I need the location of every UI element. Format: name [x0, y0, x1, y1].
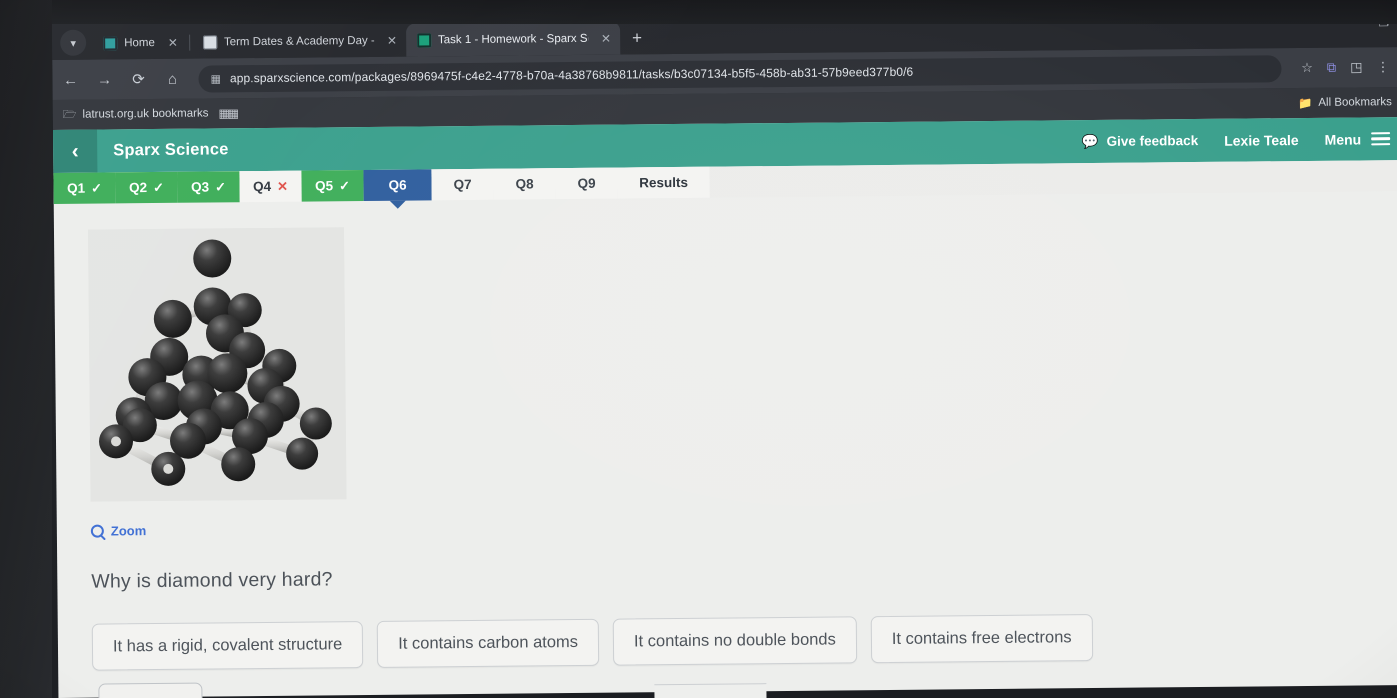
check-icon: ✓	[215, 178, 227, 194]
give-feedback-button[interactable]: 💬 Give feedback	[1082, 133, 1199, 150]
apps-grid-icon[interactable]: ▦▦	[218, 106, 237, 120]
user-name[interactable]: Lexie Teale	[1224, 132, 1299, 149]
page-info-icon[interactable]: ▦	[210, 72, 221, 85]
question-tab-q6[interactable]: Q6	[363, 169, 432, 202]
question-tab-label: Q3	[191, 179, 210, 195]
tab-title: Term Dates & Academy Day - W	[223, 34, 374, 48]
laptop-screen-photo: ▾ Home ✕ Term Dates & Academy Day - W ✕ …	[0, 0, 1397, 698]
diamond-lattice-image[interactable]	[87, 227, 347, 502]
question-tab-q7[interactable]: Q7	[431, 168, 494, 201]
folder-gear-icon: 🗁	[62, 108, 77, 121]
check-icon: ✓	[153, 179, 165, 195]
check-icon: ✓	[339, 177, 351, 193]
question-tab-label: Results	[639, 174, 689, 191]
app-title: Sparx Science	[113, 140, 229, 160]
bottom-action-button[interactable]	[98, 682, 203, 698]
bottom-secondary-control[interactable]	[654, 683, 767, 698]
question-tab-label: Q7	[453, 176, 472, 193]
all-bookmarks-label: All Bookmarks	[1318, 96, 1392, 109]
question-tab-label: Q4	[253, 178, 272, 195]
question-content: Zoom Why is diamond very hard? It has a …	[54, 191, 1397, 698]
chevron-down-glyph: ▾	[70, 37, 77, 50]
sparx-favicon	[416, 32, 432, 47]
menu-label: Menu	[1324, 130, 1362, 148]
answer-option-3[interactable]: It contains no double bonds	[612, 616, 858, 666]
browser-tab-term-dates[interactable]: Term Dates & Academy Day - W ✕	[192, 24, 406, 59]
question-tab-label: Q8	[515, 176, 534, 192]
question-tab-q9[interactable]: Q9	[555, 167, 618, 200]
bookmark-label: latrust.org.uk bookmarks	[82, 107, 209, 121]
profile-icon[interactable]: ◳	[1350, 59, 1362, 75]
menu-button[interactable]: Menu	[1324, 130, 1391, 148]
question-tab-q3[interactable]: Q3 ✓	[177, 171, 240, 203]
question-tab-results[interactable]: Results	[617, 166, 710, 199]
app-back-button[interactable]: ‹	[53, 129, 98, 173]
tab-search-icon[interactable]: ▾	[60, 29, 87, 56]
close-icon[interactable]: ✕	[595, 31, 611, 45]
zoom-label: Zoom	[110, 523, 147, 539]
all-bookmarks-button[interactable]: 📁 All Bookmarks	[1298, 95, 1392, 110]
bookmark-star-icon[interactable]: ☆	[1301, 60, 1313, 76]
close-icon[interactable]: ✕	[381, 33, 397, 47]
folder-icon: 📁	[1297, 97, 1313, 111]
extensions-icon[interactable]: ⧉	[1327, 60, 1336, 76]
screen-bezel-left	[0, 0, 52, 698]
tab-title: Task 1 - Homework - Sparx Sci	[437, 32, 589, 46]
question-tab-label: Q2	[129, 180, 148, 196]
back-icon[interactable]: ←	[60, 71, 80, 88]
browser-tab-home[interactable]: Home ✕	[92, 26, 187, 60]
tab-title: Home	[124, 36, 155, 49]
question-tab-label: Q5	[315, 178, 334, 194]
document-favicon	[202, 34, 217, 50]
question-tab-q8[interactable]: Q8	[493, 168, 556, 200]
answer-option-4[interactable]: It contains free electrons	[870, 614, 1093, 664]
home-icon[interactable]: ⌂	[162, 70, 182, 87]
home-favicon	[103, 35, 118, 51]
screen-content: ▾ Home ✕ Term Dates & Academy Day - W ✕ …	[52, 11, 1397, 698]
hamburger-icon	[1371, 131, 1391, 146]
speech-bubble-icon: 💬	[1081, 133, 1099, 149]
question-tab-q4[interactable]: Q4 ✕	[239, 170, 302, 203]
zoom-link[interactable]: Zoom	[90, 523, 183, 539]
sparx-science-app: ‹ Sparx Science 💬 Give feedback Lexie Te…	[53, 117, 1397, 698]
check-icon: ✓	[91, 180, 103, 196]
question-tab-label: Q9	[577, 175, 596, 191]
question-tab-label: Q6	[388, 177, 407, 193]
question-tab-q2[interactable]: Q2 ✓	[115, 171, 178, 204]
browser-tab-sparx-task[interactable]: Task 1 - Homework - Sparx Sci ✕	[405, 21, 621, 57]
cross-icon: ✕	[277, 178, 289, 194]
question-tab-label: Q1	[67, 180, 86, 196]
app-header-actions: 💬 Give feedback Lexie Teale Menu	[1082, 117, 1391, 163]
question-tab-q5[interactable]: Q5 ✓	[301, 170, 364, 202]
diamond-lattice-svg	[87, 227, 347, 502]
question-tab-q1[interactable]: Q1 ✓	[53, 172, 116, 204]
magnifier-icon	[90, 524, 104, 538]
new-tab-button[interactable]: +	[620, 28, 652, 54]
address-bar-url: app.sparxscience.com/packages/8969475f-c…	[229, 64, 914, 86]
answer-options: It has a rigid, covalent structure It co…	[91, 611, 1397, 671]
question-prompt: Why is diamond very hard?	[91, 568, 333, 593]
answer-option-1[interactable]: It has a rigid, covalent structure	[91, 621, 364, 671]
forward-icon[interactable]: →	[94, 71, 114, 88]
toolbar-right-group: ☆ ⧉ ◳ ⋮	[1295, 59, 1389, 76]
address-bar[interactable]: ▦ app.sparxscience.com/packages/8969475f…	[198, 54, 1282, 93]
bookmark-item-latrust[interactable]: 🗁 latrust.org.uk bookmarks	[63, 104, 209, 124]
reload-icon[interactable]: ⟳	[128, 70, 148, 88]
tab-divider	[188, 34, 191, 51]
screen-bezel-top	[0, 0, 1397, 24]
answer-option-2[interactable]: It contains carbon atoms	[377, 618, 600, 668]
close-icon[interactable]: ✕	[162, 35, 178, 49]
browser-menu-icon[interactable]: ⋮	[1376, 59, 1389, 75]
give-feedback-label: Give feedback	[1106, 133, 1199, 149]
